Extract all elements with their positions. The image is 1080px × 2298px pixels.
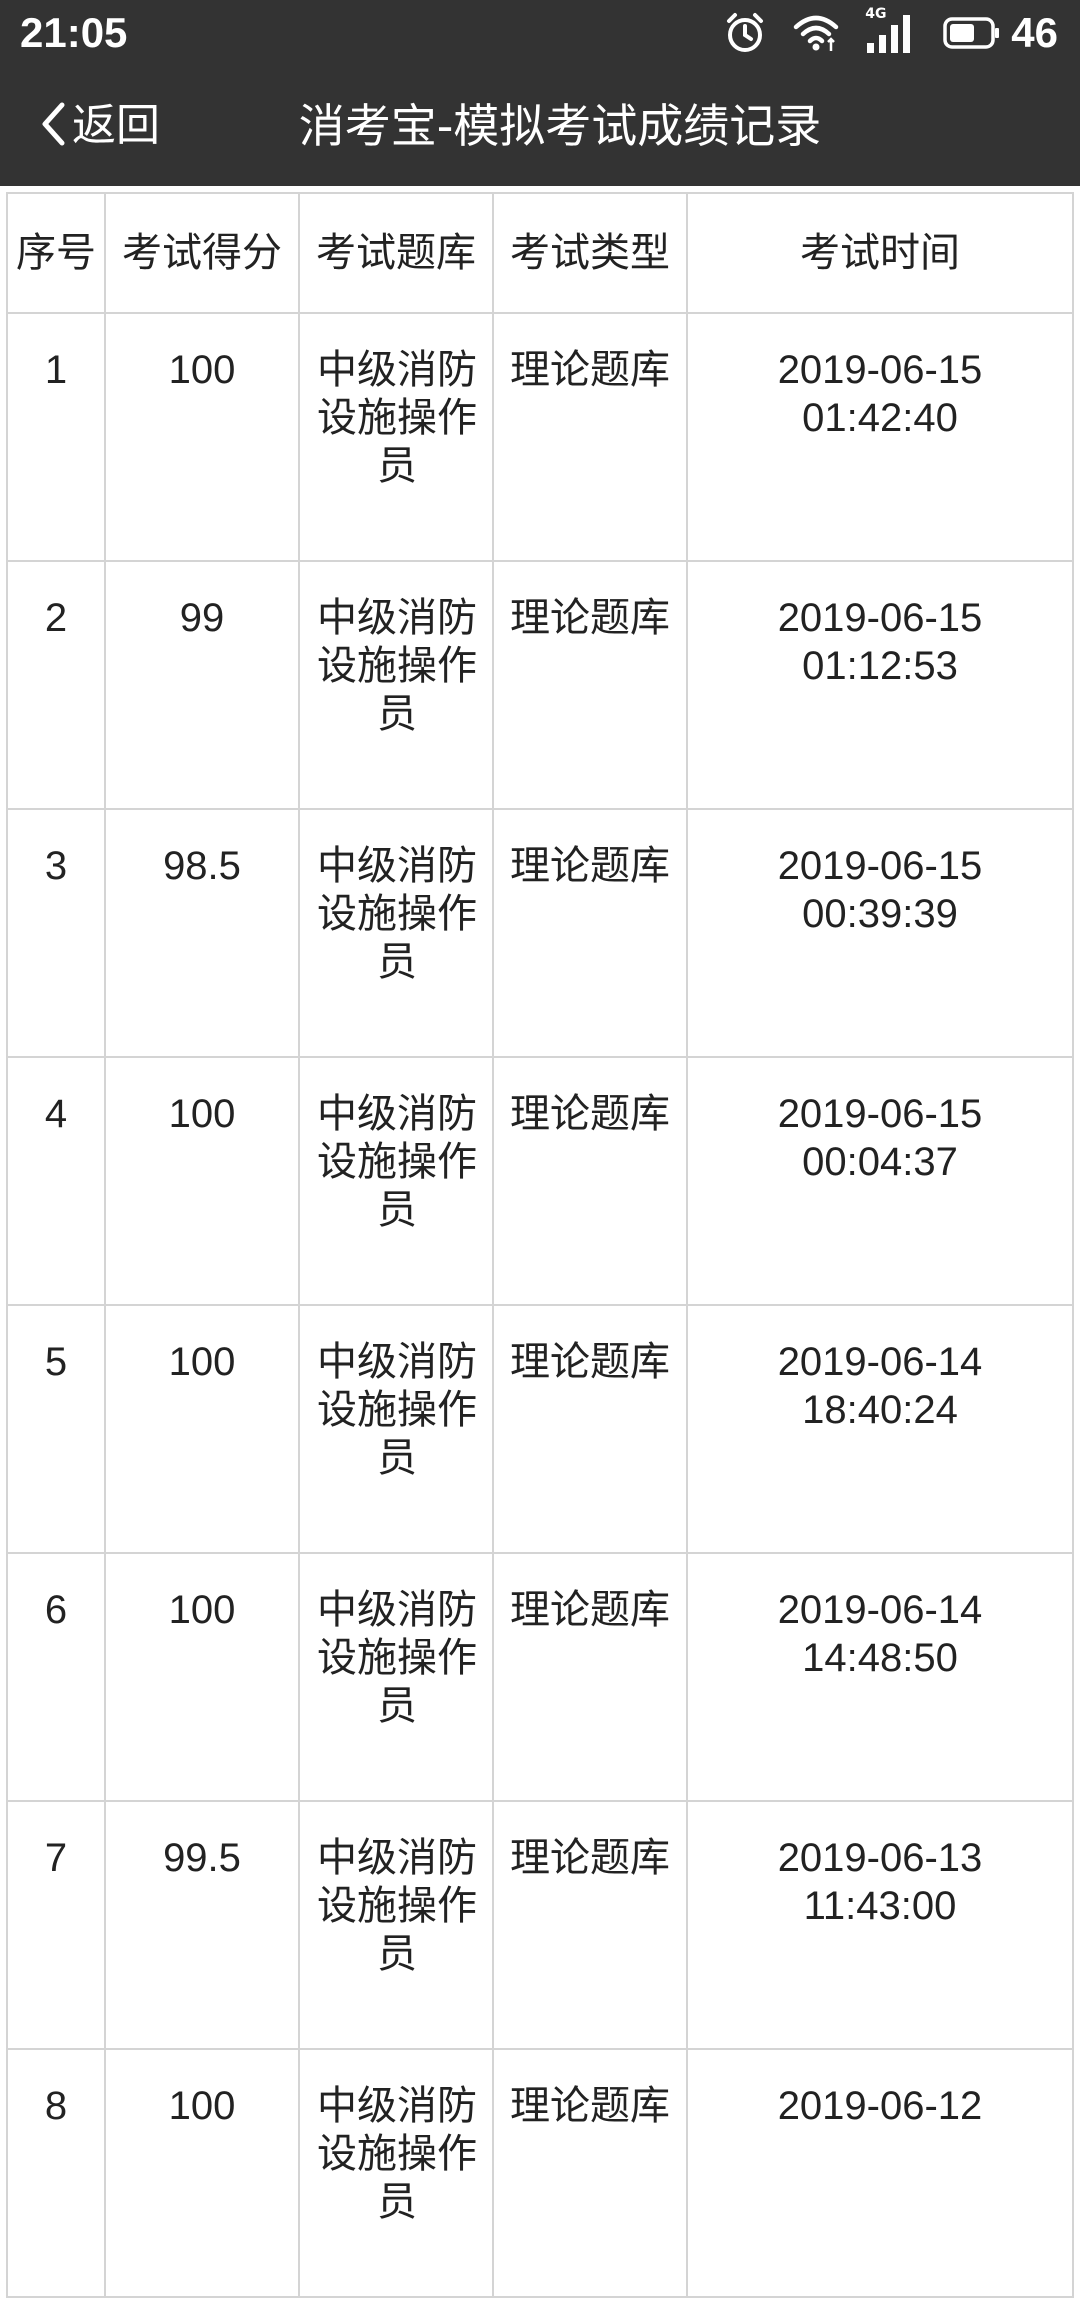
cell-time-date: 2019-06-15 [777,844,983,888]
cell-bank-text: 中级消防设施操作员 [317,347,477,489]
cell-index: 4 [6,1056,106,1306]
cell-time-date: 2019-06-15 [777,596,983,640]
exam-records-table: 序号 考试得分 考试题库 考试类型 考试时间 1 100 中级消防设施操作员 理… [6,192,1074,2298]
cell-bank: 中级消防设施操作员 [298,560,494,810]
cell-bank: 中级消防设施操作员 [298,1552,494,1802]
cell-index: 1 [6,312,106,562]
cell-type: 理论题库 [492,1056,688,1306]
cell-time-clock: 01:12:53 [802,644,958,688]
cell-time-clock: 18:40:24 [802,1388,958,1432]
column-header-index: 序号 [6,192,106,314]
cell-type: 理论题库 [492,1552,688,1802]
cell-bank: 中级消防设施操作员 [298,808,494,1058]
cell-time-date: 2019-06-13 [777,1836,983,1880]
cell-index: 2 [6,560,106,810]
cell-time: 2019-06-14 18:40:24 [686,1304,1074,1554]
page-title: 消考宝-模拟考试成绩记录 [298,99,822,153]
cell-score: 98.5 [104,808,300,1058]
battery-icon [943,17,1001,49]
records-table-container[interactable]: 序号 考试得分 考试题库 考试类型 考试时间 1 100 中级消防设施操作员 理… [6,192,1074,2298]
cell-time: 2019-06-13 11:43:00 [686,1800,1074,2050]
cell-index: 6 [6,1552,106,1802]
column-header-time: 考试时间 [686,192,1074,314]
cell-time: 2019-06-15 00:04:37 [686,1056,1074,1306]
cell-score: 100 [104,1304,300,1554]
cell-bank: 中级消防设施操作员 [298,1056,494,1306]
cell-time-clock: 11:43:00 [803,1884,957,1928]
cell-time: 2019-06-15 01:42:40 [686,312,1074,562]
cell-index: 3 [6,808,106,1058]
cell-time-date: 2019-06-14 [777,1340,983,1384]
cell-score: 100 [104,312,300,562]
cell-bank-text: 中级消防设施操作员 [317,843,477,985]
column-header-type: 考试类型 [492,192,688,314]
table-header-row: 序号 考试得分 考试题库 考试类型 考试时间 [6,192,1074,314]
cell-type: 理论题库 [492,808,688,1058]
table-row[interactable]: 7 99.5 中级消防设施操作员 理论题库 2019-06-13 11:43:00 [6,1800,1074,2050]
cell-bank: 中级消防设施操作员 [298,1800,494,2050]
cell-time-clock: 00:04:37 [802,1140,958,1184]
cell-index: 8 [6,2048,106,2298]
cellular-signal-icon: 4G [865,7,917,55]
cell-time-clock: 01:42:40 [802,396,958,440]
column-header-bank: 考试题库 [298,192,494,314]
cell-bank: 中级消防设施操作员 [298,1304,494,1554]
nav-bar: 返回 消考宝-模拟考试成绩记录 [0,66,1080,186]
cell-time-date: 2019-06-15 [777,1092,983,1136]
alarm-icon [723,11,767,55]
cell-time-clock: 14:48:50 [802,1636,958,1680]
column-header-score: 考试得分 [104,192,300,314]
battery-level: 46 [1011,9,1058,56]
cell-score: 100 [104,1552,300,1802]
cell-time-date: 2019-06-12 [777,2084,983,2128]
cell-type: 理论题库 [492,1304,688,1554]
table-row[interactable]: 1 100 中级消防设施操作员 理论题库 2019-06-15 01:42:40 [6,312,1074,562]
cell-bank-text: 中级消防设施操作员 [317,1091,477,1233]
cell-index: 7 [6,1800,106,2050]
cell-score: 100 [104,1056,300,1306]
cell-time: 2019-06-15 01:12:53 [686,560,1074,810]
cell-bank-text: 中级消防设施操作员 [317,595,477,737]
cell-type: 理论题库 [492,1800,688,2050]
table-row[interactable]: 8 100 中级消防设施操作员 理论题库 2019-06-12 [6,2048,1074,2298]
table-row[interactable]: 3 98.5 中级消防设施操作员 理论题库 2019-06-15 00:39:39 [6,808,1074,1058]
status-time: 21:05 [20,9,128,56]
cell-type: 理论题库 [492,2048,688,2298]
cell-score: 99.5 [104,1800,300,2050]
cell-bank-text: 中级消防设施操作员 [317,1339,477,1481]
cell-score: 99 [104,560,300,810]
cell-time-date: 2019-06-14 [777,1588,983,1632]
status-icons: 4G 46 [697,7,1058,58]
status-bar: 21:05 4G 46 [0,0,1080,66]
cell-bank-text: 中级消防设施操作员 [317,1587,477,1729]
table-row[interactable]: 5 100 中级消防设施操作员 理论题库 2019-06-14 18:40:24 [6,1304,1074,1554]
table-row[interactable]: 6 100 中级消防设施操作员 理论题库 2019-06-14 14:48:50 [6,1552,1074,1802]
cell-score: 100 [104,2048,300,2298]
cell-bank-text: 中级消防设施操作员 [317,1835,477,1977]
cell-bank: 中级消防设施操作员 [298,2048,494,2298]
cell-type: 理论题库 [492,312,688,562]
cell-time: 2019-06-15 00:39:39 [686,808,1074,1058]
cell-time: 2019-06-12 [686,2048,1074,2298]
cell-time-date: 2019-06-15 [777,348,983,392]
table-row[interactable]: 4 100 中级消防设施操作员 理论题库 2019-06-15 00:04:37 [6,1056,1074,1306]
wifi-icon [793,13,839,53]
table-row[interactable]: 2 99 中级消防设施操作员 理论题库 2019-06-15 01:12:53 [6,560,1074,810]
cell-bank: 中级消防设施操作员 [298,312,494,562]
cell-bank-text: 中级消防设施操作员 [317,2083,477,2225]
cell-type: 理论题库 [492,560,688,810]
cell-index: 5 [6,1304,106,1554]
cell-time: 2019-06-14 14:48:50 [686,1552,1074,1802]
cell-time-clock: 00:39:39 [802,892,958,936]
